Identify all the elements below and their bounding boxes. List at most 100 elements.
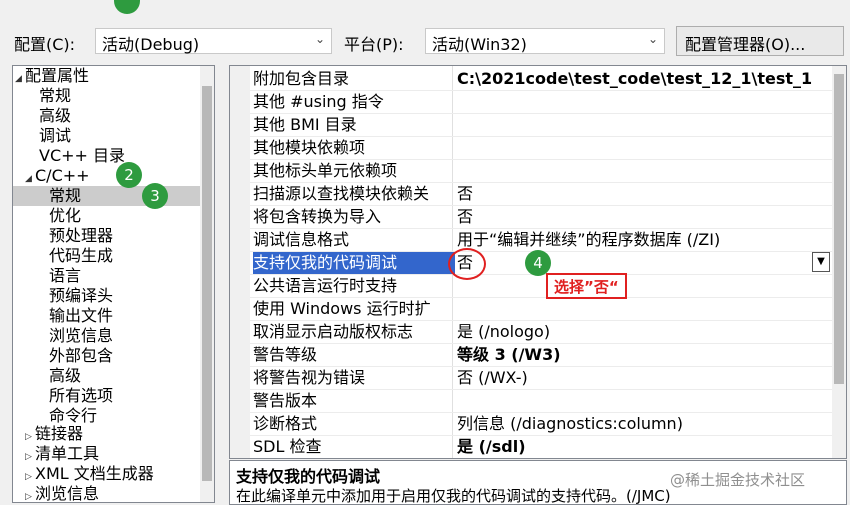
tree-item-label: VC++ 目录 [39, 146, 126, 165]
tree-item-label: C/C++ [35, 166, 90, 185]
tree-item[interactable]: 输出文件 [49, 306, 113, 326]
property-name: 诊断格式 [253, 414, 318, 433]
tree-item-label: 所有选项 [49, 386, 114, 405]
property-name: 警告等级 [253, 345, 318, 364]
property-row[interactable]: 使用 Windows 运行时扩 [250, 298, 834, 321]
property-row[interactable]: 其他 BMI 目录 [250, 114, 834, 137]
tree-item[interactable]: 语言 [49, 266, 81, 286]
configuration-select[interactable]: 活动(Debug) ⌄ [95, 28, 332, 54]
tree-item-label: 代码生成 [49, 246, 114, 265]
grid-gutter [230, 66, 250, 458]
property-name: 其他 BMI 目录 [253, 115, 357, 134]
tree-item[interactable]: ▷ XML 文档生成器 [25, 464, 154, 484]
property-row[interactable]: 将包含转换为导入 否 [250, 206, 834, 229]
grid-scrollbar[interactable] [832, 66, 846, 458]
tree-item[interactable]: 常规 [39, 86, 71, 106]
watermark: @稀土掘金技术社区 [670, 471, 806, 489]
tree-item-label: XML 文档生成器 [35, 464, 154, 483]
property-name: 其他模块依赖项 [253, 138, 366, 157]
configuration-row: 配置(C): 活动(Debug) ⌄ 平台(P): 活动(Win32) ⌄ 配置… [0, 26, 850, 58]
property-value[interactable]: 列信息 (/diagnostics:column) [457, 413, 834, 435]
property-row[interactable]: 附加包含目录 C:\2021code\test_code\test_12_1\te… [250, 68, 834, 91]
property-value[interactable]: 否 [457, 252, 834, 274]
grid-scrollbar-thumb[interactable] [834, 74, 844, 384]
property-name: 支持仅我的代码调试 [253, 252, 455, 274]
property-value[interactable]: 否 [457, 183, 834, 205]
property-value[interactable]: 否 (/WX-) [457, 367, 834, 389]
tree-item-label: 链接器 [35, 424, 84, 443]
property-row[interactable]: 公共语言运行时支持 [250, 275, 834, 298]
configuration-value: 活动(Debug) [102, 35, 200, 54]
property-row[interactable]: 其他 #using 指令 [250, 91, 834, 114]
chevron-down-icon: ⌄ [314, 32, 325, 46]
property-row[interactable]: 将警告视为错误 否 (/WX-) [250, 367, 834, 390]
property-value[interactable]: 是 (/sdl) [457, 436, 834, 458]
annotation-badge-1 [114, 0, 140, 14]
property-name: 警告版本 [253, 391, 318, 410]
description-text: 在此编译单元中添加用于启用仅我的代码调试的支持代码。(/JMC) [236, 487, 671, 505]
property-row[interactable]: 警告版本 [250, 390, 834, 413]
property-row[interactable]: 警告等级 等级 3 (/W3) [250, 344, 834, 367]
tree-item[interactable]: ▷ 链接器 [25, 424, 83, 444]
expand-triangle-icon[interactable]: ◢ [15, 69, 25, 89]
collapse-triangle-icon[interactable]: ▷ [25, 487, 35, 502]
tree-item[interactable]: ▷ 浏览信息 [25, 484, 100, 503]
property-row[interactable]: 扫描源以查找模块依赖关 否 [250, 183, 834, 206]
property-name: 公共语言运行时支持 [253, 276, 398, 295]
platform-label: 平台(P): [344, 35, 404, 54]
annotation-badge-2: 2 [116, 162, 142, 188]
property-value[interactable]: 否 [457, 206, 834, 228]
tree-item[interactable]: 预编译头 [49, 286, 113, 306]
tree-item[interactable]: 所有选项 [49, 386, 113, 406]
property-row[interactable]: 取消显示启动版权标志 是 (/nologo) [250, 321, 834, 344]
tree-item[interactable]: ◢ 配置属性 [15, 66, 89, 86]
property-value[interactable]: 是 (/nologo) [457, 321, 834, 343]
property-value[interactable]: 等级 3 (/W3) [457, 344, 834, 366]
property-row[interactable]: 其他模块依赖项 [250, 137, 834, 160]
tree-scrollbar-thumb[interactable] [202, 86, 212, 481]
dropdown-arrow-icon[interactable]: ▼ [812, 252, 830, 272]
tree-item[interactable]: VC++ 目录 [39, 146, 125, 166]
property-name: 其他 #using 指令 [253, 92, 384, 111]
property-tree[interactable]: ◢ 配置属性 常规 高级 调试 VC++ 目录 ◢ C/C++ 常规 优化 预处理器 代码生成 语言 预编… [12, 65, 215, 503]
window-top-strip [0, 0, 850, 22]
tree-item[interactable]: 命令行 [49, 406, 97, 426]
configuration-manager-button[interactable]: 配置管理器(O)... [676, 26, 844, 56]
annotation-badge-3: 3 [142, 183, 168, 209]
tree-item-label: 输出文件 [49, 306, 114, 325]
tree-item[interactable]: 调试 [39, 126, 71, 146]
tree-item[interactable]: 代码生成 [49, 246, 113, 266]
tree-item[interactable]: 外部包含 [49, 346, 113, 366]
property-value[interactable]: 用于“编辑并继续”的程序数据库 (/ZI) [457, 229, 834, 251]
property-value[interactable]: C:\2021code\test_code\test_12_1\test_1 [457, 68, 834, 90]
property-row[interactable]: 调试信息格式 用于“编辑并继续”的程序数据库 (/ZI) [250, 229, 834, 252]
platform-select[interactable]: 活动(Win32) ⌄ [425, 28, 665, 54]
tree-item-label: 浏览信息 [49, 326, 114, 345]
tree-item-label: 配置属性 [25, 66, 90, 85]
tree-item-label: 优化 [49, 206, 82, 225]
property-name: 取消显示启动版权标志 [253, 322, 414, 341]
tree-item[interactable]: 常规 [13, 186, 200, 206]
property-row[interactable]: 诊断格式 列信息 (/diagnostics:column) [250, 413, 834, 436]
tree-item-label: 调试 [39, 126, 72, 145]
property-name: 其他标头单元依赖项 [253, 161, 398, 180]
tree-item[interactable]: 优化 [49, 206, 81, 226]
annotation-callout: 选择”否“ [546, 273, 627, 299]
tree-item[interactable]: 高级 [39, 106, 71, 126]
tree-item[interactable]: ◢ C/C++ [25, 166, 90, 186]
property-name: 扫描源以查找模块依赖关 [253, 184, 430, 203]
tree-item[interactable]: 浏览信息 [49, 326, 113, 346]
property-row[interactable]: SDL 检查 是 (/sdl) [250, 436, 834, 458]
tree-item-label: 常规 [39, 86, 72, 105]
tree-item-label: 预编译头 [49, 286, 114, 305]
tree-item[interactable]: 预处理器 [49, 226, 113, 246]
tree-item-label: 浏览信息 [35, 484, 100, 503]
tree-item[interactable]: 高级 [49, 366, 81, 386]
property-name: 调试信息格式 [253, 230, 350, 249]
tree-item[interactable]: ▷ 清单工具 [25, 444, 99, 464]
tree-item-label: 语言 [49, 266, 82, 285]
property-name: 使用 Windows 运行时扩 [253, 299, 431, 318]
tree-item-label: 清单工具 [35, 444, 100, 463]
property-row[interactable]: 其他标头单元依赖项 [250, 160, 834, 183]
tree-scrollbar[interactable] [200, 66, 214, 502]
